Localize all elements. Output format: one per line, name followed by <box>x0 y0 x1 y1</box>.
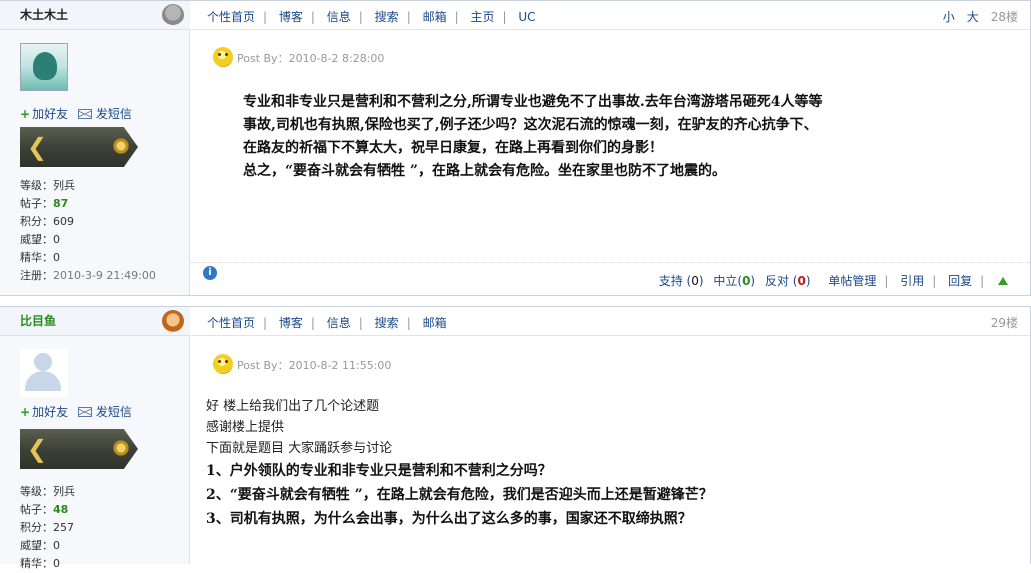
floor-info: 29楼 <box>991 314 1018 331</box>
rank-badge-icon: ❮ <box>20 127 138 167</box>
vote-actions: 支持 (0) 中立(0) 反对 (0) 单帖管理 | 引用 | 回复 | <box>659 272 1008 289</box>
username-bar: 木土木土 <box>0 1 190 30</box>
post-toolbar: 个性首页 | 博客 | 信息 | 搜索 | 邮箱 29楼 <box>191 307 1030 336</box>
add-friend-link[interactable]: + 加好友 <box>20 107 68 121</box>
user-actions: + 加好友 发短信 <box>20 105 138 122</box>
nav-home[interactable]: 个性首页 <box>207 10 255 24</box>
floor-info: 小大 28楼 <box>943 8 1018 25</box>
oppose-link[interactable]: 反对 (0) <box>765 274 811 288</box>
stat-prestige: 威望：0 <box>20 233 60 246</box>
question-line: 2、“要奋斗就会有牺牲 ”，在路上就会有危险，我们是否迎头而上还是暂避锋芒？ <box>206 487 713 503</box>
body-line: 总之，“要奋斗就会有牺牲 ”，在路上就会有危险。坐在家里也防不了地震的。 <box>243 163 726 179</box>
username-bar: 比目鱼 <box>0 307 190 336</box>
nav-uc[interactable]: UC <box>518 10 535 24</box>
online-status-icon <box>162 310 184 332</box>
stat-points: 积分：257 <box>20 521 74 534</box>
stat-posts: 帖子：87 <box>20 197 69 210</box>
nav-info[interactable]: 信息 <box>327 10 351 24</box>
body-line: 好 楼上给我们出了几个论述题 <box>206 399 380 414</box>
smiley-icon <box>213 47 233 67</box>
post-toolbar: 个性首页 | 博客 | 信息 | 搜索 | 邮箱 | 主页 | UC 小大 28楼 <box>191 1 1030 30</box>
stat-prestige: 威望：0 <box>20 539 60 552</box>
send-message-link[interactable]: 发短信 <box>77 107 132 121</box>
stat-rank: 等级：列兵 <box>20 179 75 192</box>
nav-info[interactable]: 信息 <box>327 316 351 330</box>
envelope-icon <box>77 407 92 417</box>
post-meta: Post By：2010-8-2 11:55:00 <box>213 354 391 374</box>
floor-number: 29楼 <box>990 316 1018 330</box>
question-line: 3、司机有执照，为什么会出事，为什么出了这么多的事，国家还不取缔执照？ <box>206 511 692 527</box>
plus-icon: + <box>20 405 31 419</box>
avatar[interactable] <box>20 349 68 397</box>
question-line: 1、户外领队的专业和非专业只是营利和不营利之分吗？ <box>206 463 552 479</box>
body-line: 专业和非专业只是营利和不营利之分,所谓专业也避免不了出事故.去年台湾游塔吊砸死4… <box>243 94 823 110</box>
add-friend-link[interactable]: + 加好友 <box>20 405 68 419</box>
post-28: 木土木土 + 加好友 发短信 ❮ 等级：列兵 帖子：87 积分：609 威望：0 … <box>0 0 1031 296</box>
user-nav: 个性首页 | 博客 | 信息 | 搜索 | 邮箱 | 主页 | UC <box>207 10 536 24</box>
stat-posts: 帖子：48 <box>20 503 69 516</box>
body-line: 在路友的祈福下不算太大，祝早日康复，在路上再看到你们的身影！ <box>243 140 663 156</box>
nav-blog[interactable]: 博客 <box>279 316 303 330</box>
user-stats: 等级：列兵 帖子：48 积分：257 威望：0 精华：0 <box>20 483 75 573</box>
post-meta: Post By：2010-8-2 8:28:00 <box>213 47 384 67</box>
post-body: 专业和非专业只是营利和不营利之分,所谓专业也避免不了出事故.去年台湾游塔吊砸死4… <box>243 91 963 183</box>
font-large-link[interactable]: 大 <box>967 10 979 24</box>
info-icon[interactable]: i <box>203 266 217 280</box>
author-sidebar: 木土木土 + 加好友 发短信 ❮ 等级：列兵 帖子：87 积分：609 威望：0 … <box>0 1 190 295</box>
post-footer: i 支持 (0) 中立(0) 反对 (0) 单帖管理 | 引用 | 回复 | <box>191 262 1030 296</box>
neutral-link[interactable]: 中立(0) <box>713 274 755 288</box>
support-link[interactable]: 支持 (0) <box>659 274 704 288</box>
nav-search[interactable]: 搜索 <box>375 10 399 24</box>
user-nav: 个性首页 | 博客 | 信息 | 搜索 | 邮箱 <box>207 316 447 330</box>
plus-icon: + <box>20 107 31 121</box>
send-message-link[interactable]: 发短信 <box>77 405 132 419</box>
post-body: 好 楼上给我们出了几个论述题 感谢楼上提供 下面就是题目 大家踊跃参与讨论 1、… <box>206 396 1006 531</box>
offline-status-icon <box>162 4 184 26</box>
stat-essence: 精华：0 <box>20 557 60 570</box>
quote-link[interactable]: 引用 <box>900 274 924 288</box>
stat-points: 积分：609 <box>20 215 74 228</box>
nav-blog[interactable]: 博客 <box>279 10 303 24</box>
floor-number: 28楼 <box>990 10 1018 24</box>
body-line: 事故,司机也有执照,保险也买了,例子还少吗？这次泥石流的惊魂一刻，在驴友的齐心抗… <box>243 117 818 133</box>
user-actions: + 加好友 发短信 <box>20 403 138 420</box>
body-line: 下面就是题目 大家踊跃参与讨论 <box>206 441 393 456</box>
user-stats: 等级：列兵 帖子：87 积分：609 威望：0 精华：0 注册：2010-3-9… <box>20 177 156 285</box>
back-to-top-icon[interactable] <box>998 277 1008 285</box>
reply-link[interactable]: 回复 <box>948 274 972 288</box>
stat-rank: 等级：列兵 <box>20 485 75 498</box>
avatar[interactable] <box>20 43 68 91</box>
nav-homepage[interactable]: 主页 <box>470 10 494 24</box>
smiley-icon <box>213 354 233 374</box>
username[interactable]: 比目鱼 <box>20 312 56 329</box>
author-sidebar: 比目鱼 + 加好友 发短信 ❮ 等级：列兵 帖子：48 积分：257 威望：0 精… <box>0 307 190 570</box>
nav-search[interactable]: 搜索 <box>375 316 399 330</box>
post-separator <box>0 296 1031 306</box>
nav-mail[interactable]: 邮箱 <box>423 316 447 330</box>
rank-badge-icon: ❮ <box>20 429 138 469</box>
stat-essence: 精华：0 <box>20 251 60 264</box>
font-small-link[interactable]: 小 <box>943 10 955 24</box>
username[interactable]: 木土木土 <box>20 6 68 23</box>
envelope-icon <box>77 109 92 119</box>
manage-link[interactable]: 单帖管理 <box>828 274 876 288</box>
body-line: 感谢楼上提供 <box>206 420 285 435</box>
nav-home[interactable]: 个性首页 <box>207 316 255 330</box>
nav-mail[interactable]: 邮箱 <box>423 10 447 24</box>
stat-registered: 注册：2010-3-9 21:49:00 <box>20 269 156 282</box>
